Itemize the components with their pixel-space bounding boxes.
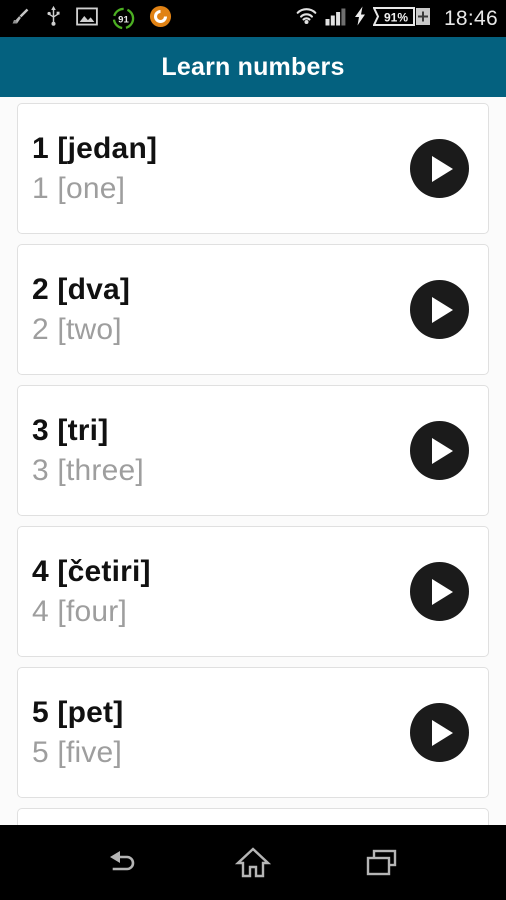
- svg-text:91: 91: [118, 14, 129, 25]
- numbers-list[interactable]: 1 [jedan] 1 [one] 2 [dva] 2 [two] 3 [tri…: [0, 97, 506, 825]
- status-bar-right-icons: 91% 18:46: [295, 6, 498, 32]
- list-item[interactable]: 4 [četiri] 4 [four]: [17, 526, 489, 657]
- list-item-translation-text: 1 [one]: [32, 172, 126, 205]
- list-item-translation-text: 2 [two]: [32, 313, 122, 346]
- list-item[interactable]: [17, 808, 489, 825]
- battery-saver-icon: 91: [112, 7, 135, 30]
- list-item-native-text: 5 [pet]: [32, 695, 124, 729]
- list-item[interactable]: 1 [jedan] 1 [one]: [17, 103, 489, 234]
- usb-icon: [45, 5, 62, 32]
- play-triangle-icon: [432, 437, 453, 464]
- play-icon[interactable]: [410, 421, 469, 480]
- status-bar: 91 91% 18:46: [0, 0, 506, 37]
- play-icon[interactable]: [410, 280, 469, 339]
- page-title: Learn numbers: [161, 52, 345, 81]
- home-icon: [234, 846, 271, 877]
- recent-apps-icon: [366, 849, 396, 875]
- svg-text:91%: 91%: [384, 10, 408, 24]
- recent-apps-button[interactable]: [347, 834, 417, 892]
- list-item-native-text: 3 [tri]: [32, 413, 109, 447]
- play-icon[interactable]: [410, 703, 469, 762]
- list-item-translation-text: 5 [five]: [32, 736, 122, 769]
- play-triangle-icon: [432, 296, 453, 323]
- play-triangle-icon: [432, 578, 453, 605]
- battery-icon: 91%: [372, 6, 431, 32]
- list-item-native-text: 4 [četiri]: [32, 554, 151, 588]
- app-root: 91 91% 18:46 Learn numbers 1 [jedan] 1 […: [0, 0, 506, 900]
- list-item[interactable]: 3 [tri] 3 [three]: [17, 385, 489, 516]
- list-item-native-text: 2 [dva]: [32, 272, 131, 306]
- list-item-texts: 4 [četiri] 4 [four]: [32, 554, 410, 628]
- sync-icon: [149, 5, 172, 33]
- list-item-texts: 3 [tri] 3 [three]: [32, 413, 410, 487]
- charging-bolt-icon: [354, 6, 366, 31]
- play-icon[interactable]: [410, 139, 469, 198]
- list-item[interactable]: 5 [pet] 5 [five]: [17, 667, 489, 798]
- play-triangle-icon: [432, 155, 453, 182]
- home-button[interactable]: [218, 834, 288, 892]
- play-icon[interactable]: [410, 562, 469, 621]
- back-arrow-icon: [110, 850, 135, 870]
- list-item-texts: 2 [dva] 2 [two]: [32, 272, 410, 346]
- android-navigation-bar: [0, 825, 506, 900]
- cellular-signal-icon: [325, 7, 347, 31]
- play-triangle-icon: [432, 719, 453, 746]
- app-title-bar: Learn numbers: [0, 37, 506, 97]
- status-bar-left-icons: 91: [10, 5, 172, 33]
- list-item-texts: 5 [pet] 5 [five]: [32, 695, 410, 769]
- back-button[interactable]: [89, 834, 159, 892]
- list-item-native-text: 1 [jedan]: [32, 131, 158, 165]
- screenshot-image-icon: [76, 7, 98, 31]
- cleaner-icon: [10, 6, 31, 32]
- list-item-texts: 1 [jedan] 1 [one]: [32, 131, 410, 205]
- wifi-icon: [295, 6, 318, 31]
- status-bar-clock: 18:46: [443, 6, 498, 30]
- list-item[interactable]: 2 [dva] 2 [two]: [17, 244, 489, 375]
- list-item-translation-text: 4 [four]: [32, 595, 127, 628]
- list-item-translation-text: 3 [three]: [32, 454, 144, 487]
